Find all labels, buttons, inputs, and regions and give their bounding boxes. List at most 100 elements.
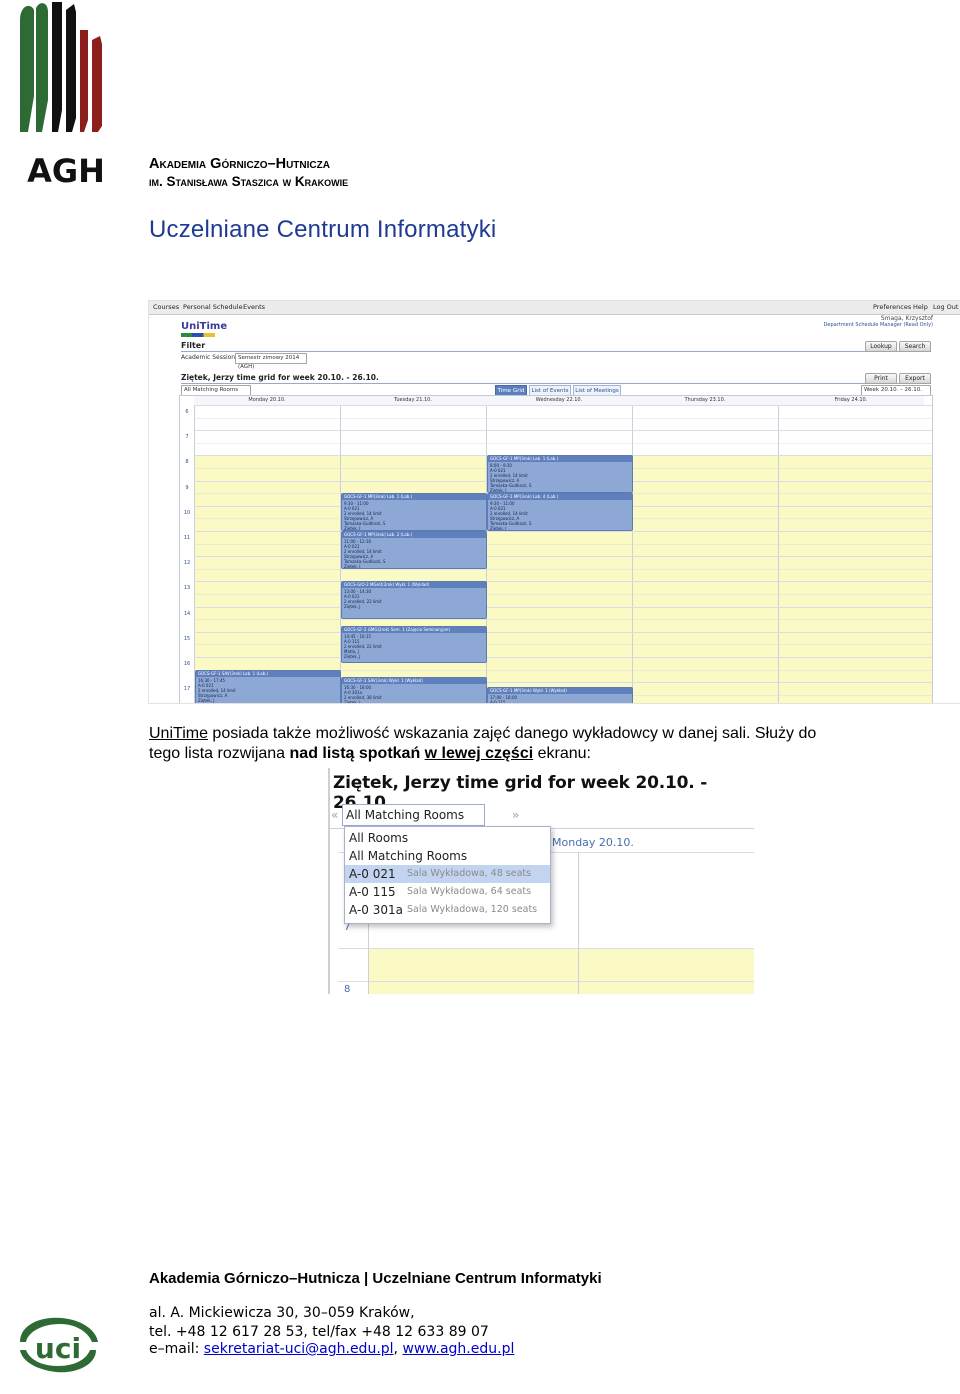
user-name: Smaga, Krzysztof: [880, 315, 933, 322]
unitime-logo: UniTime: [181, 321, 228, 332]
paragraph-line-2-end: ekranu:: [533, 745, 591, 762]
uci-logo: uci: [20, 1317, 98, 1373]
menu-personal-schedule[interactable]: Personal Schedule: [183, 303, 243, 311]
footer-title: Akademia Górniczo–Hutnicza | Uczelniane …: [149, 1270, 602, 1287]
event-details: 11:00 - 12:30 A-0 021 2 enrolled, 14 lim…: [344, 539, 386, 569]
option-a-0-021[interactable]: A-0 021 Sala Wykładowa, 48 seats: [345, 865, 550, 883]
hour-label: 7: [185, 434, 189, 441]
website-link[interactable]: www.agh.edu.pl: [402, 1341, 514, 1357]
hour-line: [194, 606, 932, 608]
search-button[interactable]: Search: [899, 341, 931, 352]
footer-address: al. A. Mickiewicza 30, 30–059 Kraków,: [149, 1305, 415, 1321]
event-details: 14:45 - 16:15 A-0 115 2 enrolled, 22 lim…: [344, 633, 382, 659]
event-block[interactable]: GOCŚ-GF-1 MP(3rok) Lab. 4 (Lab.) 9:30 - 1…: [487, 493, 633, 531]
rooms-dropdown-screenshot: Ziętek, Jerzy time grid for week 20.10. …: [328, 768, 754, 994]
rooms-dropdown-list: All Rooms All Matching Rooms A-0 021 Sala…: [344, 826, 551, 924]
half-hour-line: [194, 619, 932, 621]
day-column-line: [632, 405, 633, 703]
university-name-line1: Akademia Górniczo–Hutnicza: [149, 156, 330, 172]
hour-label: 6: [185, 409, 189, 415]
event-block[interactable]: GOCŚ-GF-1 SAV(3rok) Lab. 1 (Lab.) 16:30 -…: [195, 669, 341, 703]
option-a-0-115[interactable]: A-0 115 Sala Wykładowa, 64 seats: [345, 883, 550, 901]
agh-logo-text: AGH: [27, 152, 105, 184]
unitime-link[interactable]: UniTime: [149, 725, 208, 742]
working-hours-area: [368, 948, 754, 994]
paragraph-line-1-text: posiada także możliwość wskazania zajęć …: [207, 725, 817, 742]
event-details: 9:30 - 11:00 A-0 021 2 enrolled, 14 limi…: [490, 501, 532, 531]
event-details: 16:30 - 17:45 A-0 021 2 enrolled, 14 lim…: [198, 677, 236, 703]
grid-line: [338, 948, 754, 949]
hour-label: 13: [183, 585, 191, 592]
paragraph-bold: nad listą spotkań: [289, 745, 425, 762]
unitime-logo-bar: [181, 333, 215, 337]
rooms-filter-input[interactable]: All Matching Rooms: [342, 804, 485, 826]
half-hour-line: [194, 644, 932, 646]
hour-label: 8: [185, 459, 189, 466]
event-block[interactable]: GOCŚ-GF-1 MP(3rok) Lab. 1 (Lab.) 8:00 - 9…: [487, 455, 633, 494]
hour-label: 15: [183, 635, 191, 642]
export-button[interactable]: Export: [899, 373, 931, 384]
half-hour-line: [194, 568, 932, 570]
session-select[interactable]: Semestr zimowy 2014 (AGH): [235, 353, 307, 370]
hour-label: 10: [183, 509, 191, 516]
event-block[interactable]: GOCŚ-GF-1 MP(3rok) Lab. 2 (Lab.) 11:00 - …: [341, 531, 487, 569]
agh-logo: AGH: [20, 2, 105, 184]
event-block[interactable]: GOCŚ-GF-2 GMG(2rok) Sem. 1 (Zajęcia Semi…: [341, 625, 487, 664]
half-hour-line: [194, 417, 932, 419]
hour-label: 11: [183, 535, 191, 541]
event-block[interactable]: GOCŚ-GF-1 MP(3rok) Wykł. 1 (Wykład) 17:00…: [487, 687, 633, 704]
event-block[interactable]: GOCŚ-GF-1 MP(3rok) Lab. 1 (Lab.) 9:30 - 1…: [341, 493, 487, 531]
date-header: Monday 20.10.: [552, 836, 634, 849]
next-week-icon[interactable]: »: [512, 808, 519, 822]
menu-help[interactable]: Help: [913, 303, 928, 311]
day-column-line: [194, 405, 195, 703]
event-details: 13:00 - 14:30 A-0 021 2 enrolled, 22 lim…: [344, 589, 382, 610]
menu-events[interactable]: Events: [243, 303, 265, 311]
hour-line: [194, 657, 932, 658]
hour-label: 14: [183, 610, 191, 617]
hour-label: 16: [183, 661, 191, 667]
university-name-line2: im. Stanisława Staszica w Krakowie: [149, 174, 349, 189]
half-hour-line: [194, 594, 932, 595]
option-a-0-301a[interactable]: A-0 301a Sala Wykładowa, 120 seats: [345, 901, 550, 919]
time-grid: Monday 20.10. Tuesday 21.10. Wednesday 22.…: [179, 395, 933, 704]
menu-courses[interactable]: Courses: [153, 303, 179, 311]
option-description: Sala Wykładowa, 120 seats: [407, 904, 538, 915]
menu-log-out[interactable]: Log Out: [933, 303, 958, 311]
print-button[interactable]: Print: [865, 373, 897, 384]
option-all-matching-rooms[interactable]: All Matching Rooms: [345, 847, 550, 865]
option-all-rooms[interactable]: All Rooms: [345, 829, 550, 847]
hour-line: [194, 430, 932, 432]
email-link[interactable]: sekretariat-uci@agh.edu.pl: [204, 1341, 394, 1357]
left-border: [328, 768, 330, 994]
grid-line: [338, 981, 754, 982]
hour-label: 12: [183, 560, 191, 567]
half-hour-line: [194, 543, 932, 545]
grid-title-rule: [181, 383, 931, 384]
menu-preferences[interactable]: Preferences: [873, 303, 911, 311]
hour-line: [194, 631, 932, 633]
day-column-line: [778, 405, 779, 703]
prev-week-icon[interactable]: «: [331, 808, 338, 822]
unitime-timegrid-screenshot: Courses Personal Schedule Events Prefere…: [148, 300, 960, 704]
hour-line: [194, 556, 932, 558]
event-block[interactable]: GOCŚ-GIO-2 MGeO(2rok) Wykł. 1 (Wykład) 13…: [341, 581, 487, 620]
grid-column-line: [578, 852, 579, 994]
uci-logo-text: uci: [35, 1332, 81, 1365]
lookup-button[interactable]: Lookup: [865, 341, 897, 352]
option-label: A-0 301a: [349, 903, 403, 917]
paragraph-line-2: tego lista rozwijana nad listą spotkań w…: [149, 744, 929, 764]
event-details: 17:00 - 18:00 A-0 115: [490, 695, 518, 704]
option-label: All Rooms: [349, 831, 409, 845]
filter-rule: [181, 351, 931, 352]
event-block[interactable]: GOCŚ-GF-1 SAV(3rok) Wykł. 1 (Wykład) 16:3…: [341, 677, 487, 704]
half-hour-line: [194, 442, 932, 444]
hour-line: [194, 531, 932, 532]
option-label: A-0 115: [349, 885, 396, 899]
unit-title: Uczelniane Centrum Informatyki: [149, 216, 497, 243]
hour-label: 17: [183, 686, 191, 693]
university-name: Akademia Górniczo–Hutnicza im. Stanisław…: [149, 156, 348, 190]
hour-label-8: 8: [344, 984, 351, 994]
event-details: 16:30 - 18:00 A-0 301a 2 enrolled, 38 li…: [344, 685, 382, 704]
grid-title: Ziętek, Jerzy time grid for week 20.10. …: [181, 373, 379, 382]
